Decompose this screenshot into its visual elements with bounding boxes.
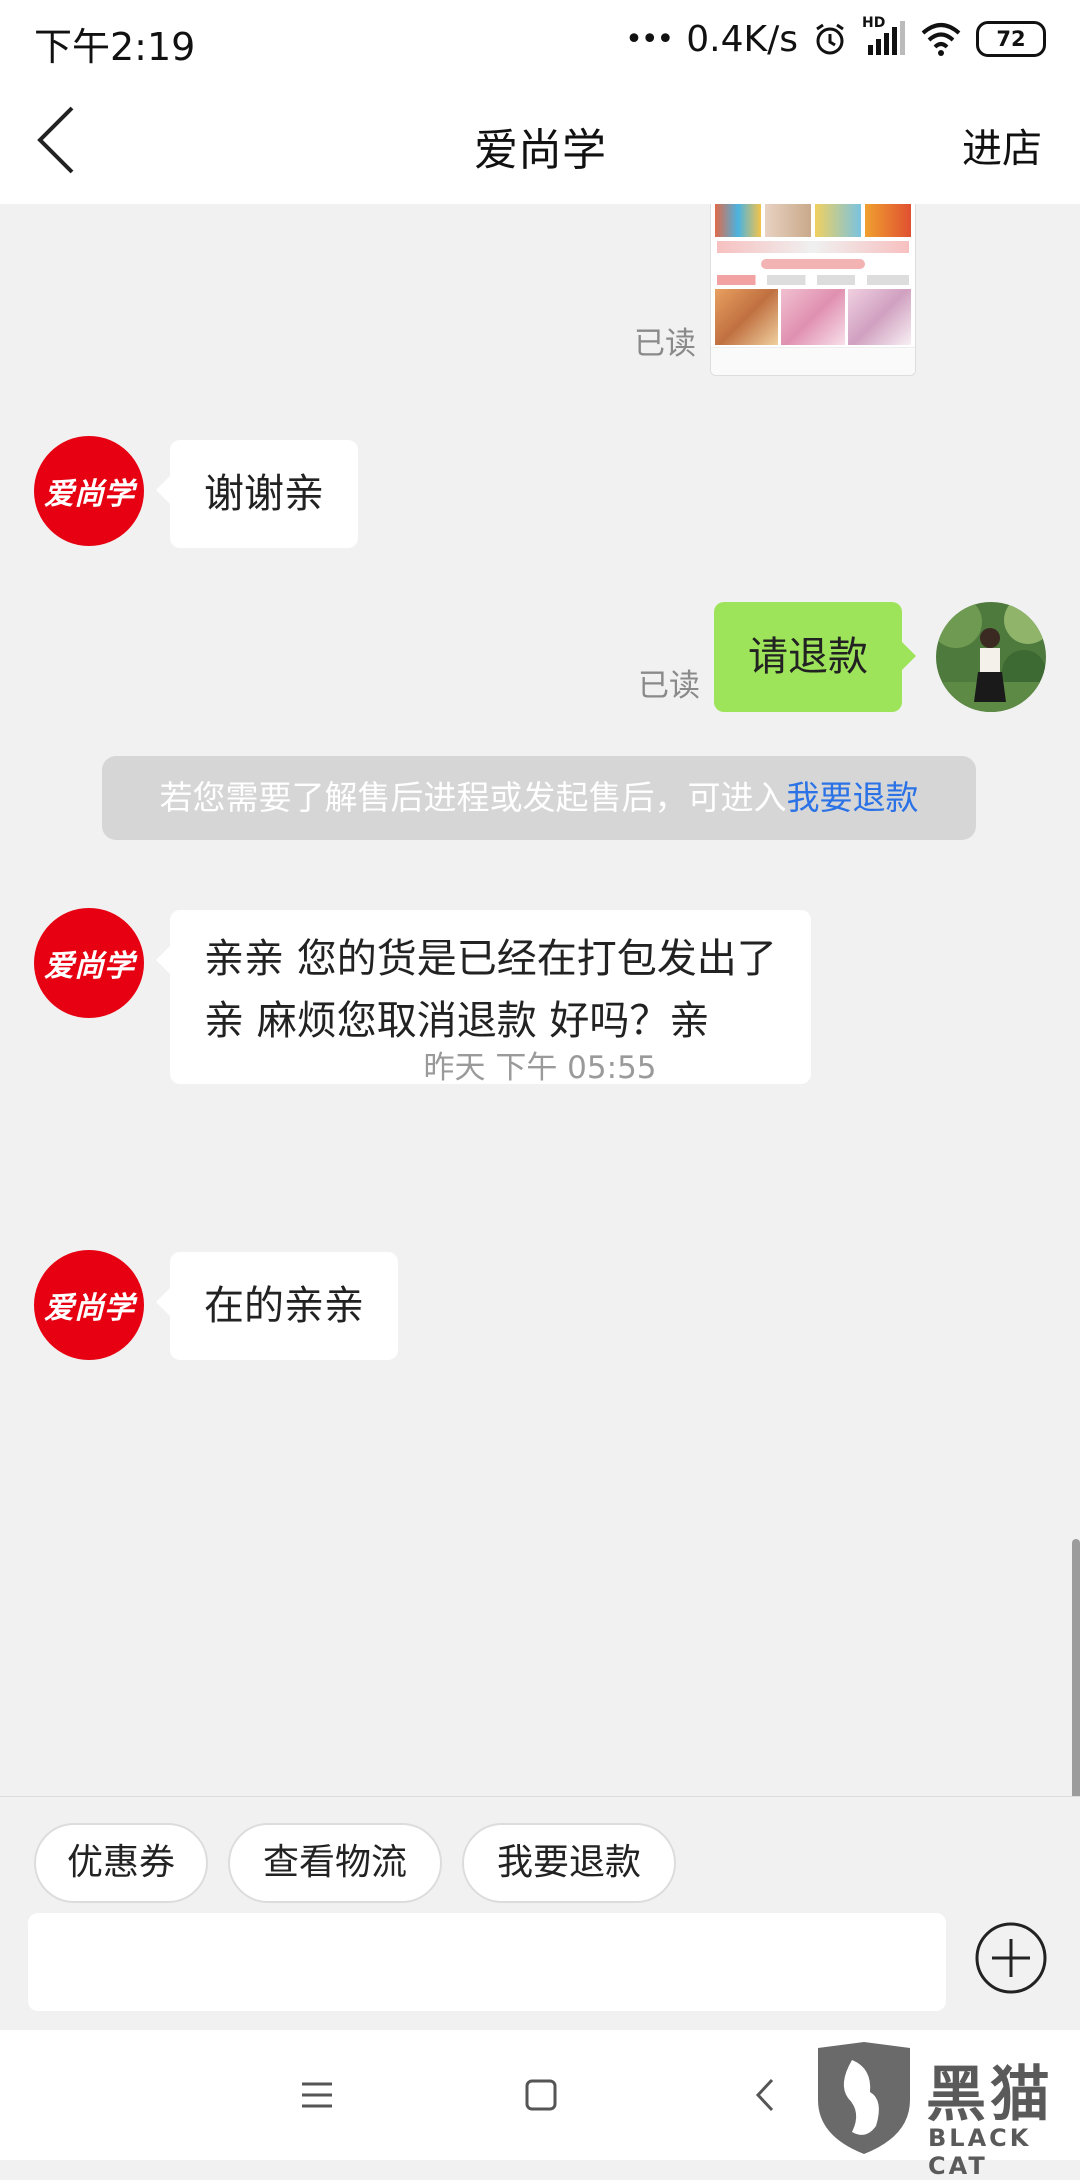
refund-link[interactable]: 我要退款 [787,778,919,817]
hd-signal-icon: HD [862,15,906,57]
watermark-text: 黑猫 [926,2060,1054,2130]
user-photo [936,602,1046,712]
chat-header: 爱尚学 进店 [0,78,1080,204]
menu-nav-button[interactable] [292,2070,342,2120]
image-navbar [711,347,915,375]
category-tabs [717,275,909,285]
shop-avatar[interactable]: 爱尚学 [34,908,144,1018]
add-button[interactable] [974,1921,1048,1995]
read-status: 已读 [634,326,696,362]
status-bar: 下午2:19 ••• 0.4K/s HD 72 [0,0,1080,78]
wifi-icon [921,23,961,56]
after-sales-tip: 若您需要了解售后进程或发起售后，可进入我要退款 [102,756,976,840]
user-avatar[interactable] [936,602,1046,712]
read-status: 已读 [638,668,700,704]
message-bubble-outgoing[interactable]: 请退款 [714,602,916,712]
chat-message-list[interactable]: 已读 爱尚学 谢谢亲 已读 请退款 若您需要了解售后进程或发起售后，可进入我要退… [0,204,1080,1796]
more-dots-icon: ••• [625,21,674,57]
message-bubble-incoming[interactable]: 在的亲亲 [156,1252,398,1360]
product-price-row [717,241,909,253]
watermark-subtext: BLACK CAT [928,2124,1032,2180]
alarm-icon [816,23,844,55]
input-area: 优惠券 查看物流 我要退款 [0,1796,1080,2031]
message-line: 亲亲 您的货是已经在打包发出了 [204,936,777,982]
battery-icon: 72 [976,21,1046,57]
image-thumbnails-top [715,204,911,237]
status-icons: ••• 0.4K/s HD 72 [625,14,1046,64]
scrollbar[interactable] [1072,1539,1080,1796]
menu-icon [302,2082,332,2108]
home-square-icon [525,2079,557,2111]
plus-circle-icon [975,1922,1047,1994]
triangle-back-icon [755,2078,774,2112]
image-message[interactable] [710,204,916,376]
shop-avatar[interactable]: 爱尚学 [34,1250,144,1360]
enter-shop-button[interactable]: 进店 [962,116,1042,174]
home-nav-button[interactable] [516,2070,566,2120]
page-title: 爱尚学 [474,125,606,176]
shop-avatar[interactable]: 爱尚学 [34,436,144,546]
cat-logo-icon [818,2042,910,2154]
status-time: 下午2:19 [34,25,196,69]
view-logistics-button[interactable]: 查看物流 [228,1823,442,1903]
after-sales-tip-text: 若您需要了解售后进程或发起售后，可进入 [159,778,787,817]
message-input[interactable] [28,1913,946,2011]
image-thumbnails-bottom [715,289,911,345]
message-bubble-incoming[interactable]: 谢谢亲 [156,440,358,548]
back-nav-button[interactable] [742,2070,792,2120]
black-cat-watermark: 黑猫 BLACK CAT [806,2040,1080,2180]
network-speed: 0.4K/s [686,18,798,60]
time-separator: 昨天 下午 05:55 [423,1050,657,1086]
request-refund-button[interactable]: 我要退款 [462,1823,676,1903]
coupon-button[interactable]: 优惠券 [34,1823,208,1903]
shop-tag [761,259,865,269]
